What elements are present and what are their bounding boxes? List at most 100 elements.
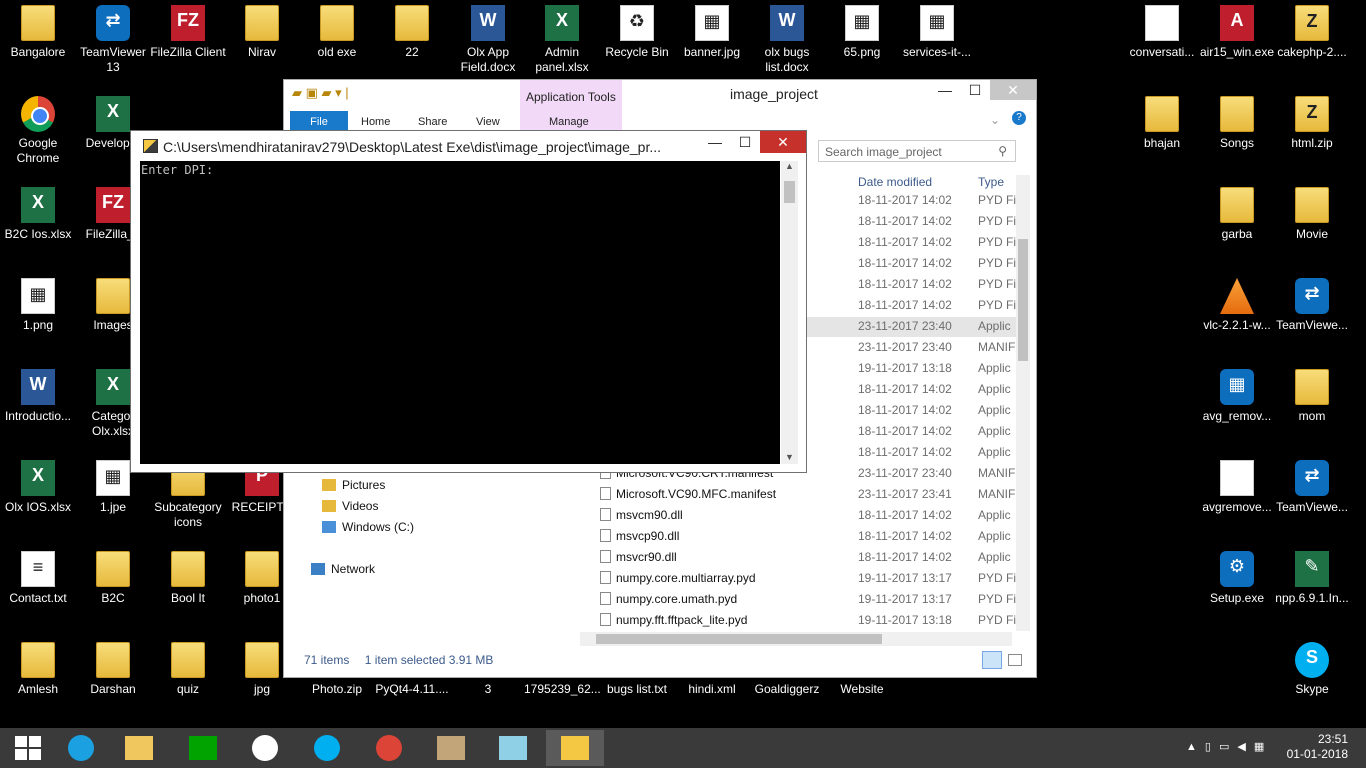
quick-access-toolbar[interactable]: ▰ ▣ ▰ ▾ |: [292, 85, 349, 101]
desktop-icon[interactable]: ▦ avg_remov...: [1199, 369, 1275, 424]
desktop-icon[interactable]: garba: [1199, 187, 1275, 242]
file-row[interactable]: msvcr90.dll: [600, 550, 677, 564]
nav-item[interactable]: Windows (C:): [322, 520, 414, 534]
tab-view[interactable]: View: [476, 116, 500, 128]
taskbar-button[interactable]: [484, 730, 542, 766]
taskbar-button[interactable]: [0, 730, 58, 766]
desktop-icon[interactable]: 22: [374, 5, 450, 60]
desktop-icon[interactable]: Bool It: [150, 551, 226, 606]
console-scrollbar[interactable]: ▲ ▼: [781, 161, 798, 464]
file-row[interactable]: numpy.fft.fftpack_lite.pyd: [600, 613, 747, 627]
console-output[interactable]: Enter DPI:: [140, 161, 780, 464]
close-button[interactable]: ✕: [990, 80, 1036, 100]
taskbar-button[interactable]: [236, 730, 294, 766]
details-view-icon[interactable]: [982, 651, 1002, 669]
ribbon-expand-icon[interactable]: ⌄: [990, 113, 1000, 127]
desktop-icon[interactable]: ⇄ TeamViewe...: [1274, 278, 1350, 333]
desktop-icon[interactable]: X B2C Ios.xlsx: [0, 187, 76, 242]
file-row[interactable]: 23-11-2017 23:40 Applic: [804, 317, 1016, 337]
desktop-icon[interactable]: X Admin panel.xlsx: [524, 5, 600, 75]
file-row[interactable]: Microsoft.VC90.MFC.manifest: [600, 487, 776, 501]
desktop-icon[interactable]: ♻ Recycle Bin: [599, 5, 675, 60]
file-row[interactable]: numpy.core.umath.pyd: [600, 592, 737, 606]
desktop-icon[interactable]: Zcakephp-2....: [1274, 5, 1350, 60]
nav-item[interactable]: Pictures: [322, 478, 385, 492]
minimize-button[interactable]: —: [930, 80, 960, 100]
desktop-icon[interactable]: ✎ npp.6.9.1.In...: [1274, 551, 1350, 606]
maximize-button[interactable]: ☐: [730, 131, 760, 153]
desktop-icon[interactable]: B2C: [75, 551, 151, 606]
desktop-icon[interactable]: ▦ 1.png: [0, 278, 76, 333]
nav-item[interactable]: Network: [311, 562, 375, 576]
scroll-up-icon[interactable]: ▲: [785, 161, 794, 171]
taskbar-button[interactable]: [422, 730, 480, 766]
tab-share[interactable]: Share: [418, 116, 447, 128]
desktop-icon[interactable]: Zhtml.zip: [1274, 96, 1350, 151]
tray-expand-icon[interactable]: ▲: [1186, 741, 1205, 753]
desktop-icon[interactable]: Amlesh: [0, 642, 76, 697]
desktop-icon[interactable]: vlc-2.2.1-w...: [1199, 278, 1275, 333]
desktop-icon[interactable]: ⇄ TeamViewer 13: [75, 5, 151, 75]
minimize-button[interactable]: —: [700, 131, 730, 153]
desktop-icon[interactable]: Movie: [1274, 187, 1350, 242]
desktop-icon[interactable]: W Introductio...: [0, 369, 76, 424]
network-icon[interactable]: ▭: [1219, 741, 1237, 753]
close-button[interactable]: ✕: [760, 131, 806, 153]
taskbar-button[interactable]: [360, 730, 418, 766]
scrollbar-thumb[interactable]: [1018, 239, 1028, 361]
desktop-icon[interactable]: avgremove...: [1199, 460, 1275, 515]
desktop-icon[interactable]: bhajan: [1124, 96, 1200, 151]
system-tray[interactable]: ▲▯▭◀▦: [1186, 740, 1272, 753]
clock[interactable]: 23:51 01-01-2018: [1287, 732, 1348, 762]
desktop-icon[interactable]: Nirav: [224, 5, 300, 60]
language-icon[interactable]: ▦: [1254, 741, 1272, 753]
desktop-icon[interactable]: ▦ banner.jpg: [674, 5, 750, 60]
desktop-icon[interactable]: quiz: [150, 642, 226, 697]
taskbar-button[interactable]: [110, 730, 168, 766]
vertical-scrollbar[interactable]: [1016, 175, 1030, 631]
desktop-icon[interactable]: ≡ Contact.txt: [0, 551, 76, 606]
desktop-icon[interactable]: Bangalore: [0, 5, 76, 60]
horizontal-scrollbar[interactable]: [580, 632, 1012, 646]
desktop-icon[interactable]: FZ FileZilla Client: [150, 5, 226, 60]
tab-file[interactable]: File: [290, 111, 348, 132]
scroll-down-icon[interactable]: ▼: [785, 452, 794, 462]
taskbar-button[interactable]: [298, 730, 356, 766]
help-icon[interactable]: ?: [1012, 111, 1026, 125]
console-window[interactable]: C:\Users\mendhiratanirav279\Desktop\Late…: [130, 130, 807, 473]
desktop-icon[interactable]: old exe: [299, 5, 375, 60]
scrollbar-thumb[interactable]: [596, 634, 882, 644]
tab-manage[interactable]: Manage: [549, 116, 589, 128]
desktop-icon[interactable]: X Olx IOS.xlsx: [0, 460, 76, 515]
column-date-modified[interactable]: Date modified: [858, 175, 932, 189]
desktop-icon[interactable]: mom: [1274, 369, 1350, 424]
desktop-icon[interactable]: Songs: [1199, 96, 1275, 151]
nav-item[interactable]: Videos: [322, 499, 378, 513]
desktop-icon[interactable]: ▦ services-it-...: [899, 5, 975, 60]
maximize-button[interactable]: ☐: [960, 80, 990, 100]
file-row[interactable]: msvcm90.dll: [600, 508, 683, 522]
desktop-icon[interactable]: Google Chrome: [0, 96, 76, 166]
volume-icon[interactable]: ◀: [1237, 741, 1253, 753]
tab-home[interactable]: Home: [361, 116, 390, 128]
explorer-titlebar[interactable]: ▰ ▣ ▰ ▾ | image_project — ☐ ✕: [284, 80, 1036, 107]
desktop-icon[interactable]: ⚙ Setup.exe: [1199, 551, 1275, 606]
search-input[interactable]: Search image_project ⚲: [818, 140, 1016, 162]
desktop-icon[interactable]: W Olx App Field.docx: [450, 5, 526, 75]
taskbar-button[interactable]: [174, 730, 232, 766]
search-icon[interactable]: ⚲: [998, 144, 1007, 158]
desktop-icon[interactable]: Wolx bugs list.docx: [749, 5, 825, 75]
desktop-icon[interactable]: S Skype: [1274, 642, 1350, 697]
large-icons-view-icon[interactable]: [1008, 654, 1022, 666]
desktop-icon[interactable]: Aair15_win.exe: [1199, 5, 1275, 60]
taskbar-button[interactable]: [52, 730, 110, 766]
action-center-icon[interactable]: ▯: [1205, 741, 1219, 753]
column-type[interactable]: Type: [978, 175, 1004, 189]
taskbar-button[interactable]: [546, 730, 604, 766]
file-row[interactable]: msvcp90.dll: [600, 529, 679, 543]
file-row[interactable]: numpy.core.multiarray.pyd: [600, 571, 756, 585]
desktop-icon[interactable]: conversati...: [1124, 5, 1200, 60]
desktop-icon[interactable]: ⇄ TeamViewe...: [1274, 460, 1350, 515]
console-titlebar[interactable]: C:\Users\mendhiratanirav279\Desktop\Late…: [131, 131, 806, 160]
desktop-icon[interactable]: ▦ 65.png: [824, 5, 900, 60]
